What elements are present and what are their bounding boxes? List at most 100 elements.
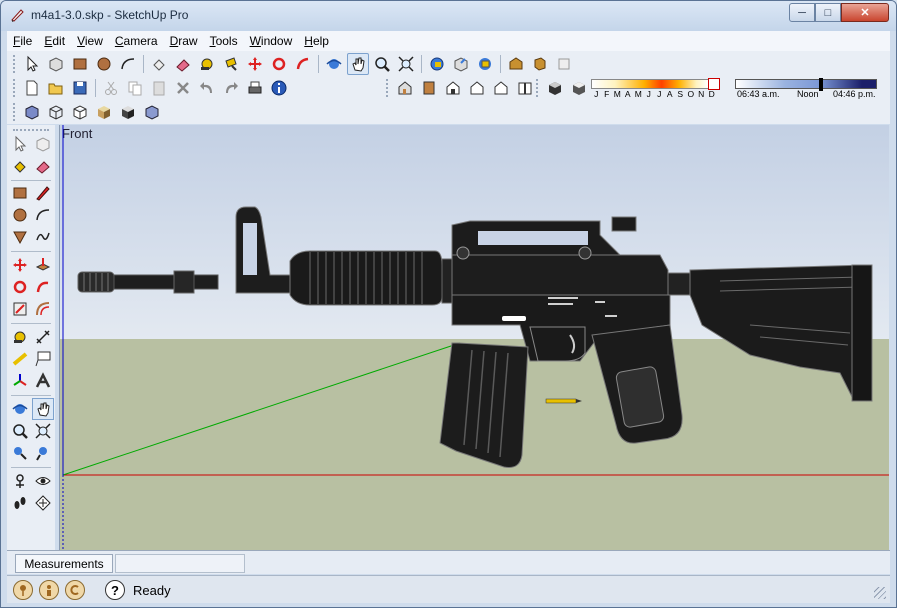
measurements-input[interactable] <box>115 554 245 573</box>
palette-zoom-extents-button[interactable] <box>32 442 54 464</box>
monochrome-button[interactable] <box>141 101 163 123</box>
palette-position-camera-button[interactable] <box>9 470 31 492</box>
palette-arc-button[interactable] <box>32 204 54 226</box>
menu-draw[interactable]: Draw <box>170 34 198 48</box>
palette-paint-bucket-button[interactable] <box>9 155 31 177</box>
palette-offset-button[interactable] <box>32 298 54 320</box>
palette-circle-button[interactable] <box>9 204 31 226</box>
palette-previous-view-button[interactable] <box>9 442 31 464</box>
paint-button[interactable] <box>220 53 242 75</box>
palette-eraser-button[interactable] <box>32 155 54 177</box>
palette-tape-measure-button[interactable] <box>9 326 31 348</box>
rectangle-tool-button[interactable] <box>69 53 91 75</box>
eraser-button-1[interactable] <box>148 53 170 75</box>
geo-location-icon[interactable] <box>13 580 33 600</box>
palette-rotate-button[interactable] <box>9 276 31 298</box>
layout-button[interactable] <box>553 53 575 75</box>
get-models-button[interactable] <box>426 53 448 75</box>
shaded-textures-button[interactable] <box>117 101 139 123</box>
palette-component-button[interactable] <box>32 133 54 155</box>
iso-view-button[interactable] <box>394 77 416 99</box>
menu-file[interactable]: File <box>13 34 32 48</box>
rifle-model[interactable] <box>77 206 873 468</box>
palette-orbit-button[interactable] <box>9 398 31 420</box>
eraser-button[interactable] <box>172 53 194 75</box>
left-view-button[interactable] <box>514 77 536 99</box>
redo-button[interactable] <box>220 77 242 99</box>
menu-view[interactable]: View <box>77 34 103 48</box>
circle-tool-button[interactable] <box>93 53 115 75</box>
extension-warehouse-button[interactable] <box>505 53 527 75</box>
save-button[interactable] <box>69 77 91 99</box>
palette-look-around-button[interactable] <box>32 470 54 492</box>
palette-follow-me-button[interactable] <box>32 276 54 298</box>
palette-freehand-button[interactable] <box>32 226 54 248</box>
arc-tool-button[interactable] <box>117 53 139 75</box>
close-button[interactable]: ✕ <box>841 3 889 22</box>
delete-button[interactable] <box>172 77 194 99</box>
palette-protractor-button[interactable] <box>9 348 31 370</box>
print-button[interactable] <box>244 77 266 99</box>
front-view-button[interactable] <box>442 77 464 99</box>
shadow-settings-button[interactable] <box>544 77 566 99</box>
make-component-button[interactable] <box>45 53 67 75</box>
orbit-button[interactable] <box>323 53 345 75</box>
cut-button[interactable] <box>100 77 122 99</box>
share-model-button[interactable] <box>450 53 472 75</box>
palette-section-plane-button[interactable] <box>32 492 54 514</box>
menu-edit[interactable]: Edit <box>44 34 65 48</box>
palette-select-button[interactable] <box>9 133 31 155</box>
license-icon[interactable] <box>65 580 85 600</box>
zoom-button[interactable] <box>371 53 393 75</box>
minimize-button[interactable]: ─ <box>789 3 815 22</box>
palette-polygon-button[interactable] <box>9 226 31 248</box>
month-slider[interactable] <box>591 79 709 89</box>
palette-rectangle-button[interactable] <box>9 182 31 204</box>
palette-move-button[interactable] <box>9 254 31 276</box>
model-info-button[interactable] <box>268 77 290 99</box>
time-slider-thumb[interactable] <box>819 78 823 91</box>
back-view-button[interactable] <box>490 77 512 99</box>
palette-axes-button[interactable] <box>9 370 31 392</box>
select-tool-button[interactable] <box>21 53 43 75</box>
menu-help[interactable]: Help <box>304 34 329 48</box>
xray-button[interactable] <box>21 101 43 123</box>
copy-button[interactable] <box>124 77 146 99</box>
right-view-button[interactable] <box>466 77 488 99</box>
rotate-button[interactable] <box>268 53 290 75</box>
credits-icon[interactable] <box>39 580 59 600</box>
palette-zoom-button[interactable] <box>9 420 31 442</box>
move-button[interactable] <box>244 53 266 75</box>
undo-button[interactable] <box>196 77 218 99</box>
zoom-extents-button[interactable] <box>395 53 417 75</box>
menu-window[interactable]: Window <box>250 34 293 48</box>
menu-camera[interactable]: Camera <box>115 34 158 48</box>
offset-button[interactable] <box>292 53 314 75</box>
instructor-help-icon[interactable]: ? <box>105 580 125 600</box>
palette-scale-button[interactable] <box>9 298 31 320</box>
resize-grip[interactable] <box>874 587 886 599</box>
share-component-button[interactable] <box>474 53 496 75</box>
maximize-button[interactable]: □ <box>815 3 841 22</box>
palette-pan-button[interactable] <box>32 398 54 420</box>
palette-3d-text-button[interactable] <box>32 370 54 392</box>
pan-button[interactable] <box>347 53 369 75</box>
display-shadows-button[interactable] <box>568 77 590 99</box>
palette-line-button[interactable] <box>32 182 54 204</box>
palette-zoom-window-button[interactable] <box>32 420 54 442</box>
open-button[interactable] <box>45 77 67 99</box>
palette-push-pull-button[interactable] <box>32 254 54 276</box>
palette-text-button[interactable] <box>32 348 54 370</box>
tape-measure-button[interactable] <box>196 53 218 75</box>
menu-tools[interactable]: Tools <box>210 34 238 48</box>
palette-walk-button[interactable] <box>9 492 31 514</box>
extension-manager-button[interactable] <box>529 53 551 75</box>
new-button[interactable] <box>21 77 43 99</box>
drawing-area[interactable]: Front <box>59 125 889 550</box>
wireframe-button[interactable] <box>45 101 67 123</box>
time-slider[interactable] <box>735 79 877 89</box>
top-view-button[interactable] <box>418 77 440 99</box>
shaded-button[interactable] <box>93 101 115 123</box>
palette-dimension-button[interactable] <box>32 326 54 348</box>
hidden-line-button[interactable] <box>69 101 91 123</box>
